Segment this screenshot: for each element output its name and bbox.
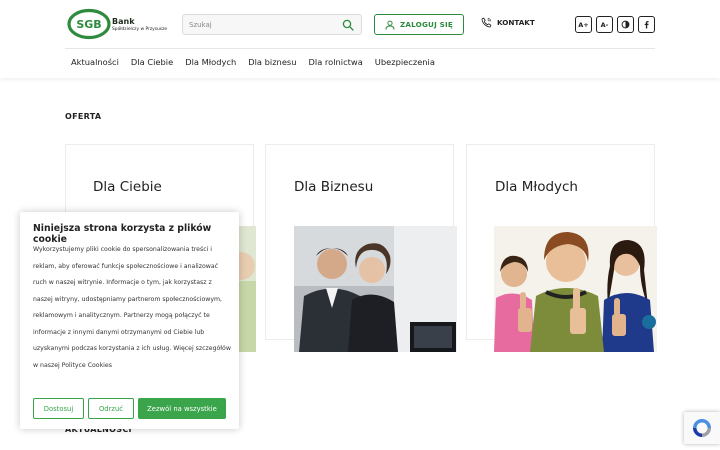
offer-section-title: OFERTA (65, 112, 102, 121)
recaptcha-icon (693, 419, 711, 437)
user-icon (385, 20, 395, 30)
contrast-button[interactable] (617, 16, 634, 33)
header-divider (65, 48, 655, 49)
nav-item-dla-mlodych[interactable]: Dla Młodych (185, 57, 236, 67)
contact-label: KONTAKT (497, 18, 535, 27)
cookie-banner-text: Wykorzystujemy pliki cookie do spersonal… (33, 246, 231, 369)
card-title: Dla Młodych (495, 179, 578, 195)
nav-item-aktualnosci[interactable]: Aktualności (71, 57, 119, 67)
card-title: Dla Ciebie (93, 179, 162, 195)
nav-item-ubezpieczenia[interactable]: Ubezpieczenia (375, 57, 435, 67)
search-box (182, 14, 362, 35)
dla-mlodych-photo (494, 226, 657, 352)
recaptcha-badge[interactable] (684, 412, 720, 444)
login-button[interactable]: ZALOGUJ SIĘ (374, 14, 464, 35)
login-label: ZALOGUJ SIĘ (399, 20, 454, 29)
search-input[interactable] (189, 17, 339, 32)
facebook-button[interactable] (638, 16, 655, 33)
font-increase-button[interactable]: A+ (575, 16, 592, 33)
cookie-banner: Niniejsza strona korzysta z plików cooki… (20, 212, 239, 429)
contrast-icon (621, 20, 630, 29)
cookie-customize-button[interactable]: Dostosuj (33, 398, 84, 419)
main-nav: Aktualności Dla Ciebie Dla Młodych Dla b… (71, 57, 435, 67)
search-icon[interactable] (342, 19, 354, 31)
facebook-icon (644, 20, 649, 29)
sgb-logo[interactable]: SGB Bank Spółdzielczy w Przysusze (67, 8, 171, 40)
dla-biznesu-photo (294, 226, 457, 352)
phone-icon (481, 17, 492, 28)
nav-item-dla-biznesu[interactable]: Dla biznesu (248, 57, 296, 67)
site-header: SGB Bank Spółdzielczy w Przysusze ZALOGU… (0, 0, 720, 78)
cookie-accept-all-button[interactable]: Zezwól na wszystkie (138, 398, 226, 419)
font-decrease-button[interactable]: A- (596, 16, 613, 33)
card-title: Dla Biznesu (294, 179, 374, 195)
brand-name: Bank (112, 17, 135, 26)
nav-item-dla-rolnictwa[interactable]: Dla rolnictwa (309, 57, 363, 67)
cookie-reject-button[interactable]: Odrzuć (88, 398, 134, 419)
brand-subtitle: Spółdzielczy w Przysusze (112, 27, 168, 32)
logo-text: SGB (76, 18, 101, 31)
contact-link[interactable]: KONTAKT (481, 17, 535, 28)
nav-item-dla-ciebie[interactable]: Dla Ciebie (131, 57, 173, 67)
